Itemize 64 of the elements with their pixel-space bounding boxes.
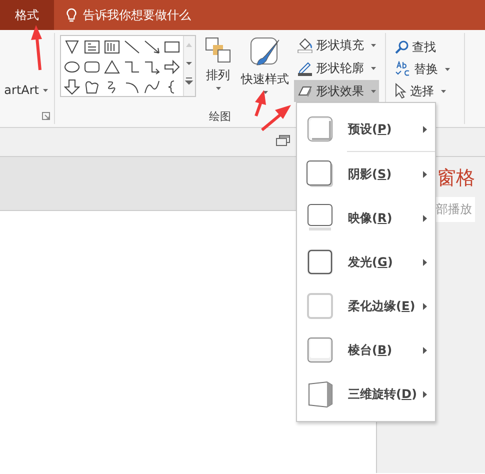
triangle-icon[interactable] bbox=[64, 39, 80, 55]
submenu-arrow-icon bbox=[423, 302, 427, 310]
group-label: 绘图 bbox=[209, 109, 231, 124]
submenu-arrow-icon bbox=[423, 258, 427, 266]
arrange-button[interactable]: 排列 bbox=[200, 35, 236, 106]
soft-effect-icon bbox=[306, 292, 334, 320]
editing-command[interactable]: 查找 bbox=[392, 36, 439, 58]
menu-item[interactable]: 阴影(S) bbox=[297, 152, 435, 196]
replace-icon bbox=[395, 61, 411, 77]
shape-command[interactable]: 形状轮廓 bbox=[294, 57, 379, 79]
submenu-arrow-icon bbox=[423, 126, 427, 132]
restore-window-icon[interactable] bbox=[276, 135, 290, 146]
line-icon[interactable] bbox=[124, 39, 140, 55]
arrow-line-icon[interactable] bbox=[144, 39, 160, 55]
dialog-launcher-icon[interactable] bbox=[42, 112, 50, 120]
right-arrow-icon[interactable] bbox=[164, 59, 180, 75]
text-box-icon[interactable] bbox=[84, 39, 100, 55]
submenu-arrow-icon bbox=[423, 346, 427, 354]
elbow-arrow-icon[interactable] bbox=[144, 59, 160, 75]
reflection-effect-icon bbox=[306, 204, 334, 232]
ribbon-tab[interactable]: 格式 bbox=[0, 0, 54, 30]
preset-effect-icon bbox=[306, 115, 334, 143]
vertical-text-box-icon[interactable] bbox=[104, 39, 120, 55]
shadow-effect-icon bbox=[306, 160, 334, 188]
triangle-icon[interactable] bbox=[104, 59, 120, 75]
caret-icon bbox=[371, 66, 376, 70]
caret-icon bbox=[371, 90, 376, 92]
arrange-icon bbox=[205, 37, 231, 63]
menu-item[interactable]: 映像(R) bbox=[297, 196, 435, 240]
bevel-effect-icon bbox=[306, 336, 334, 364]
paintbrush-icon bbox=[250, 37, 280, 67]
caret-icon bbox=[371, 44, 376, 46]
menu-item[interactable]: 棱台(B) bbox=[297, 328, 435, 372]
elbow-connector-icon[interactable] bbox=[124, 59, 140, 75]
glow-effect-icon bbox=[306, 248, 334, 276]
menu-item[interactable]: 发光(G) bbox=[297, 240, 435, 284]
cursor-icon bbox=[395, 83, 407, 99]
pane-title: 窗格 bbox=[437, 166, 475, 191]
caret-icon bbox=[43, 88, 48, 92]
lightbulb-icon bbox=[66, 8, 77, 22]
editing-command[interactable]: 替换 bbox=[392, 58, 453, 80]
oval-icon[interactable] bbox=[64, 59, 80, 75]
pencil-icon bbox=[297, 60, 313, 76]
rotation-effect-icon bbox=[306, 380, 334, 408]
caret-icon bbox=[216, 87, 220, 90]
menu-item[interactable]: 三维旋转(D) bbox=[297, 372, 435, 416]
paint-bucket-icon bbox=[297, 37, 313, 53]
curve-icon[interactable] bbox=[144, 79, 160, 95]
menu-item[interactable]: 预设(P) bbox=[297, 107, 435, 151]
rectangle-icon[interactable] bbox=[164, 39, 180, 55]
submenu-arrow-icon bbox=[423, 214, 427, 222]
freeform-icon[interactable] bbox=[84, 79, 100, 95]
down-arrow-icon[interactable] bbox=[64, 79, 80, 95]
menu-item[interactable]: 柔化边缘(E) bbox=[297, 284, 435, 328]
quick-styles-button[interactable]: 快速样式 bbox=[240, 35, 290, 106]
editing-command[interactable]: 选择 bbox=[392, 80, 449, 102]
tell-me-search[interactable]: 告诉我你想要做什么 bbox=[66, 6, 191, 24]
annotation-arrow bbox=[31, 25, 42, 70]
shape-command[interactable]: 形状填充 bbox=[294, 34, 379, 56]
submenu-arrow-icon bbox=[423, 390, 427, 398]
smartart-button[interactable]: artArt bbox=[4, 83, 48, 97]
submenu-arrow-icon bbox=[423, 170, 427, 178]
shape-command[interactable]: 形状效果 bbox=[294, 80, 379, 102]
search-icon bbox=[395, 40, 409, 54]
